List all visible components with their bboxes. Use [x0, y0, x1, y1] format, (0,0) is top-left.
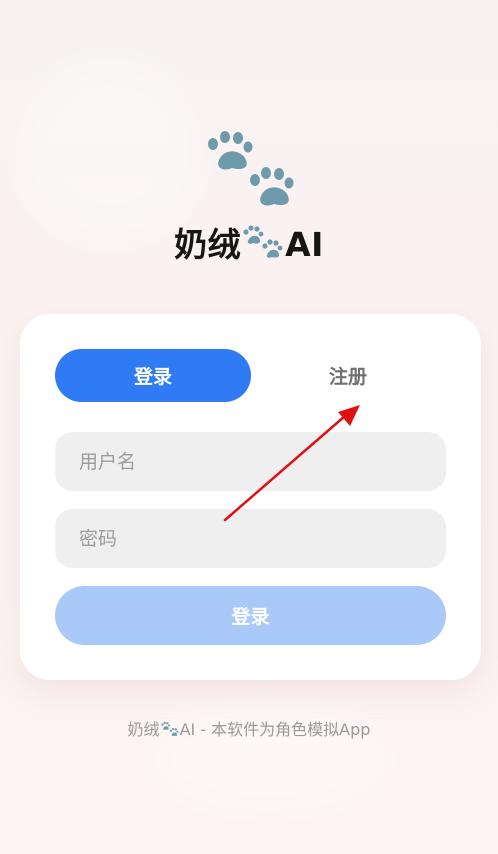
- paw-prints-icon: [243, 225, 283, 258]
- auth-card: 登录 注册 登录: [20, 314, 481, 680]
- footer-prefix: 奶绒: [127, 720, 160, 739]
- username-input[interactable]: [55, 432, 446, 491]
- app-title-prefix: 奶绒: [174, 225, 242, 264]
- password-input[interactable]: [55, 509, 446, 568]
- app-title: 奶绒 AI: [0, 218, 498, 266]
- tab-register[interactable]: 注册: [250, 349, 446, 402]
- auth-tabs: 登录 注册: [55, 349, 446, 402]
- tab-login[interactable]: 登录: [55, 349, 251, 402]
- paw-prints-icon: [208, 131, 294, 206]
- app-title-suffix: AI: [285, 225, 324, 264]
- background-glow: [20, 60, 200, 240]
- paw-prints-icon: [160, 721, 179, 737]
- login-submit-button[interactable]: 登录: [55, 586, 446, 645]
- footer-suffix: AI - 本软件为角色模拟App: [179, 720, 371, 739]
- footer-text: 奶绒 AI - 本软件为角色模拟App: [0, 716, 498, 740]
